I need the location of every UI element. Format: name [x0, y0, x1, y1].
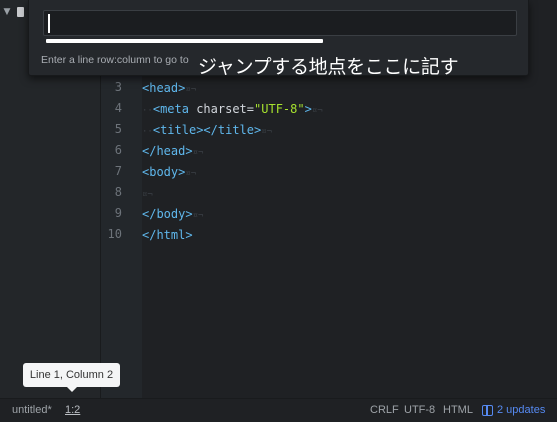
invisible-char: ¤¬ — [185, 169, 197, 179]
code-token: <body> — [142, 165, 186, 179]
annotation-underline — [46, 39, 323, 43]
file-name-status[interactable]: untitled* — [12, 404, 52, 416]
code-line[interactable]: <head>¤¬ — [142, 78, 196, 99]
invisible-char: ·· — [142, 127, 153, 137]
code-token: > — [304, 102, 312, 116]
chevron-down-icon[interactable]: ▼ — [2, 7, 12, 17]
tooltip-arrow — [67, 387, 77, 392]
code-line[interactable]: ··<meta charset="UTF-8">¤¬ — [142, 99, 323, 120]
tree-root-item[interactable]: ▼ — [2, 2, 24, 22]
go-to-line-hint: Enter a line row:column to go to — [41, 54, 189, 66]
updates-label: 2 updates — [497, 404, 546, 416]
cursor-position-status[interactable]: 1:2 — [65, 404, 80, 416]
code-line[interactable]: <body>¤¬ — [142, 162, 196, 183]
code-line[interactable]: </head>¤¬ — [142, 141, 203, 162]
code-token: </body> — [142, 207, 193, 221]
line-number[interactable]: 4 — [92, 101, 122, 115]
invisible-char: ¤¬ — [185, 85, 197, 95]
invisible-char: ¤¬ — [142, 190, 153, 200]
line-number[interactable]: 8 — [92, 185, 122, 199]
go-to-line-input[interactable] — [43, 10, 517, 36]
updates-status[interactable]: 2 updates — [482, 404, 545, 416]
invisible-char: ¤¬ — [192, 211, 204, 221]
encoding-status[interactable]: UTF-8 — [404, 404, 435, 416]
text-cursor — [48, 14, 50, 33]
code-line[interactable]: ¤¬ — [142, 183, 153, 204]
code-token: <title></title> — [152, 123, 262, 137]
code-line[interactable]: </body>¤¬ — [142, 204, 203, 225]
editor-window: ▼ 3 4 5 6 7 8 9 10 <head>¤¬ ··<meta char… — [0, 0, 557, 422]
code-line[interactable]: ··<title></title>¤¬ — [142, 120, 272, 141]
cursor-position-tooltip: Line 1, Column 2 — [23, 363, 120, 387]
invisible-char: ·· — [142, 106, 153, 116]
line-number[interactable]: 7 — [92, 164, 122, 178]
annotation-text: ジャンプする地点をここに記す — [198, 56, 459, 78]
code-token: <meta — [152, 102, 189, 116]
invisible-char: ¤¬ — [311, 106, 323, 116]
line-number[interactable]: 6 — [92, 143, 122, 157]
line-number[interactable]: 10 — [92, 227, 122, 241]
invisible-char: ¤¬ — [192, 148, 204, 158]
line-number[interactable]: 3 — [92, 80, 122, 94]
line-number[interactable]: 5 — [92, 122, 122, 136]
code-token: </head> — [142, 144, 193, 158]
package-icon — [482, 404, 493, 416]
status-bar: untitled* 1:2 CRLF UTF-8 HTML 2 updates — [0, 398, 557, 422]
code-token: "UTF-8" — [254, 102, 305, 116]
line-number[interactable]: 9 — [92, 206, 122, 220]
code-token: </html> — [142, 228, 193, 242]
code-line[interactable]: </html> — [142, 225, 193, 246]
line-ending-status[interactable]: CRLF — [370, 404, 399, 416]
code-token: = — [246, 102, 255, 116]
code-token: charset — [196, 102, 247, 116]
grammar-status[interactable]: HTML — [443, 404, 473, 416]
file-icon — [17, 7, 24, 17]
code-token: <head> — [142, 81, 186, 95]
invisible-char: ¤¬ — [261, 127, 273, 137]
